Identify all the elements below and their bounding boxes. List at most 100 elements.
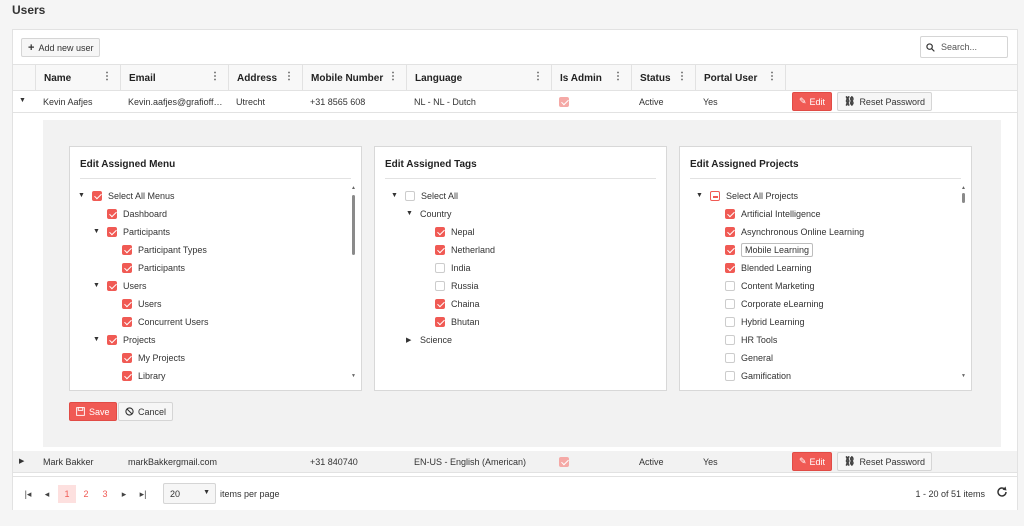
kebab-icon[interactable]: ⋮ xyxy=(102,72,112,82)
tree-item[interactable]: Bhutan xyxy=(435,313,480,331)
tree-checkbox[interactable] xyxy=(725,245,735,255)
column-header-status[interactable]: Status ⋮ xyxy=(631,65,695,91)
tree-item[interactable]: Select All Menus xyxy=(92,187,175,205)
page-size-select[interactable]: 20 ▼ xyxy=(163,483,216,504)
edit-button[interactable]: ✎ Edit xyxy=(792,452,833,471)
tree-checkbox[interactable] xyxy=(122,371,132,381)
page-button-1[interactable]: 1 xyxy=(58,485,76,503)
collapse-arrow-icon[interactable]: ▼ xyxy=(78,192,86,199)
kebab-icon[interactable]: ⋮ xyxy=(677,72,687,82)
tree-item[interactable]: Library xyxy=(122,367,166,385)
tree-checkbox[interactable] xyxy=(122,263,132,273)
tree-item[interactable]: Mobile Learning xyxy=(725,241,814,259)
search-input[interactable] xyxy=(941,42,1001,52)
tree-checkbox[interactable] xyxy=(435,281,445,291)
tree-item[interactable]: Gamification xyxy=(725,367,791,385)
scrollbar[interactable]: ▲ ▼ xyxy=(961,185,967,383)
add-user-button[interactable]: + Add new user xyxy=(21,38,101,57)
tree-checkbox[interactable] xyxy=(122,245,132,255)
kebab-icon[interactable]: ⋮ xyxy=(388,72,398,82)
kebab-icon[interactable]: ⋮ xyxy=(533,72,543,82)
tree-item[interactable]: India xyxy=(435,259,471,277)
tree-item[interactable]: Hybrid Learning xyxy=(725,313,805,331)
tree-item[interactable]: General xyxy=(725,349,773,367)
prev-page-icon[interactable]: ◂ xyxy=(40,485,54,503)
tree-checkbox[interactable] xyxy=(435,317,445,327)
edit-button[interactable]: ✎ Edit xyxy=(792,92,833,111)
tree-item[interactable]: Country xyxy=(420,205,452,223)
tree-item[interactable]: Dashboard xyxy=(107,205,167,223)
page-button-3[interactable]: 3 xyxy=(96,485,114,503)
collapse-arrow-icon[interactable]: ▼ xyxy=(696,192,704,199)
tree-checkbox[interactable] xyxy=(92,191,102,201)
column-header-language[interactable]: Language ⋮ xyxy=(406,65,551,91)
first-page-icon[interactable]: |◂ xyxy=(21,485,35,503)
tree-checkbox[interactable] xyxy=(725,335,735,345)
kebab-icon[interactable]: ⋮ xyxy=(210,72,220,82)
collapse-arrow-icon[interactable]: ▼ xyxy=(93,336,101,343)
column-header-mobile[interactable]: Mobile Number ⋮ xyxy=(302,65,406,91)
tree-checkbox[interactable] xyxy=(107,335,117,345)
kebab-icon[interactable]: ⋮ xyxy=(767,72,777,82)
collapse-arrow-icon[interactable]: ▼ xyxy=(391,192,399,199)
kebab-icon[interactable]: ⋮ xyxy=(613,72,623,82)
tree-item[interactable]: Chaina xyxy=(435,295,480,313)
tree-checkbox[interactable] xyxy=(710,191,720,201)
tree-item[interactable]: Asynchronous Online Learning xyxy=(725,223,864,241)
kebab-icon[interactable]: ⋮ xyxy=(284,72,294,82)
tree-checkbox[interactable] xyxy=(725,263,735,273)
search-box[interactable] xyxy=(920,36,1008,58)
tree-checkbox[interactable] xyxy=(107,281,117,291)
tree-item[interactable]: Projects xyxy=(107,331,156,349)
refresh-icon[interactable] xyxy=(995,485,1009,499)
tree-checkbox[interactable] xyxy=(435,245,445,255)
tree-item[interactable]: Users xyxy=(122,295,162,313)
tree-item[interactable]: Nepal xyxy=(435,223,475,241)
page-button-2[interactable]: 2 xyxy=(77,485,95,503)
tree-item[interactable]: Select All Projects xyxy=(710,187,798,205)
tree-checkbox[interactable] xyxy=(725,299,735,309)
tree-checkbox[interactable] xyxy=(122,299,132,309)
scrollbar[interactable]: ▲ ▼ xyxy=(351,185,357,383)
tree-item[interactable]: HR Tools xyxy=(725,331,777,349)
collapse-arrow-icon[interactable]: ▼ xyxy=(406,210,414,217)
tree-checkbox[interactable] xyxy=(122,353,132,363)
column-header-name[interactable]: Name ⋮ xyxy=(35,65,120,91)
column-header-portal-user[interactable]: Portal User ⋮ xyxy=(695,65,785,91)
cancel-button[interactable]: Cancel xyxy=(118,402,174,421)
save-button[interactable]: Save xyxy=(69,402,117,421)
tree-checkbox[interactable] xyxy=(725,353,735,363)
tree-item[interactable]: Content Marketing xyxy=(725,277,815,295)
tree-item[interactable]: Users xyxy=(107,277,147,295)
reset-password-button[interactable]: ⛓ Reset Password xyxy=(837,452,932,471)
tree-checkbox[interactable] xyxy=(435,263,445,273)
tree-checkbox[interactable] xyxy=(725,209,735,219)
tree-item[interactable]: Concurrent Users xyxy=(122,313,209,331)
expand-arrow-icon[interactable]: ▶ xyxy=(406,336,414,344)
tree-item[interactable]: Science xyxy=(420,331,452,349)
tree-checkbox[interactable] xyxy=(405,191,415,201)
tree-checkbox[interactable] xyxy=(725,281,735,291)
tree-item[interactable]: Participant Types xyxy=(122,241,207,259)
collapse-row-icon[interactable]: ▼ xyxy=(19,97,26,104)
expand-row-icon[interactable]: ▶ xyxy=(19,457,24,465)
last-page-icon[interactable]: ▸| xyxy=(136,485,150,503)
tree-item[interactable]: Netherland xyxy=(435,241,495,259)
tree-item[interactable]: Participants xyxy=(107,223,170,241)
column-header-address[interactable]: Address ⋮ xyxy=(228,65,302,91)
tree-item[interactable]: Participants xyxy=(122,259,185,277)
reset-password-button[interactable]: ⛓ Reset Password xyxy=(837,92,932,111)
collapse-arrow-icon[interactable]: ▼ xyxy=(93,228,101,235)
tree-checkbox[interactable] xyxy=(725,227,735,237)
tree-checkbox[interactable] xyxy=(435,227,445,237)
tree-item[interactable]: My Projects xyxy=(122,349,185,367)
column-header-is-admin[interactable]: Is Admin ⋮ xyxy=(551,65,631,91)
tree-checkbox[interactable] xyxy=(107,227,117,237)
next-page-icon[interactable]: ▸ xyxy=(117,485,131,503)
tree-checkbox[interactable] xyxy=(107,209,117,219)
tree-item[interactable]: Select All xyxy=(405,187,458,205)
tree-checkbox[interactable] xyxy=(122,317,132,327)
tree-checkbox[interactable] xyxy=(725,371,735,381)
collapse-arrow-icon[interactable]: ▼ xyxy=(93,282,101,289)
tree-checkbox[interactable] xyxy=(435,299,445,309)
